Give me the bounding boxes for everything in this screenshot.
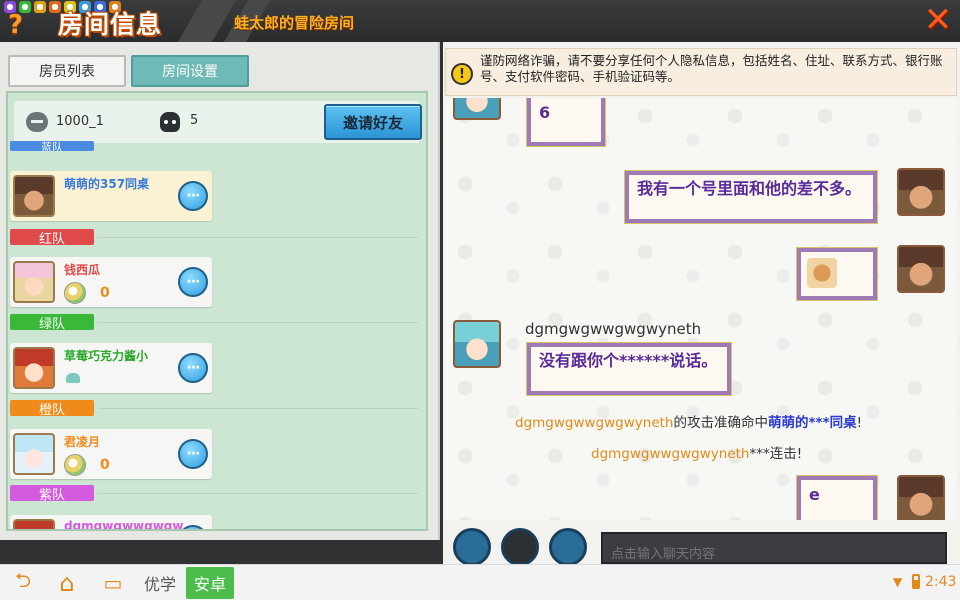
member-card[interactable]: 萌萌的357同桌 ··· bbox=[10, 171, 212, 221]
chat-bubble: 我有一个号里面和他的差不多。 bbox=[624, 170, 878, 224]
system-player: dgmgwgwwgwgwyneth bbox=[591, 446, 750, 462]
system-message: dgmgwgwwgwgwyneth的攻击准确命中萌萌的***同桌! bbox=[515, 411, 862, 431]
team-divider bbox=[98, 408, 418, 409]
room-info-bar: 1000_1 5 邀请好友 bbox=[14, 101, 422, 143]
room-id: 1000_1 bbox=[56, 114, 104, 129]
chat-avatar bbox=[453, 98, 501, 120]
help-icon[interactable]: ? bbox=[8, 10, 32, 40]
close-icon: ✕ bbox=[923, 0, 953, 40]
score-icon bbox=[64, 282, 86, 304]
chat-toolbar bbox=[445, 524, 957, 564]
member-name: 君凌月 bbox=[64, 435, 101, 449]
chat-bubble: 6 bbox=[526, 98, 606, 147]
member-panel: 房员列表 房间设置 1000_1 5 邀请好友 蓝队 萌萌的357同桌 ··· … bbox=[0, 42, 440, 540]
member-more-button[interactable]: ··· bbox=[178, 439, 208, 469]
chat-avatar bbox=[897, 168, 945, 216]
team-label-green: 绿队 bbox=[10, 314, 94, 332]
chat-avatar bbox=[453, 320, 501, 368]
system-player: dgmgwgwwgwgwyneth bbox=[515, 415, 674, 431]
cloud-icon bbox=[66, 373, 80, 383]
app-anzhuo[interactable]: 安卓 bbox=[186, 567, 234, 599]
member-card[interactable]: 钱西瓜 0 ··· bbox=[10, 257, 212, 307]
team-divider bbox=[98, 237, 418, 238]
member-avatar bbox=[13, 261, 55, 303]
member-more-button[interactable]: ··· bbox=[178, 181, 208, 211]
chat-panel: ! 谨防网络诈骗，请不要分享任何个人隐私信息，包括姓名、住址、联系方式、银行账号… bbox=[443, 42, 960, 564]
player-count-icon bbox=[160, 112, 180, 132]
app-youxue[interactable]: 优学 bbox=[138, 567, 182, 599]
recent-apps-icon: ▭ bbox=[103, 571, 123, 595]
back-button[interactable]: ⮌ bbox=[8, 568, 38, 595]
chat-bubble: 没有跟你个******说话。 bbox=[526, 342, 732, 396]
wifi-icon: ▼ bbox=[893, 575, 903, 589]
home-icon: ⌂ bbox=[59, 569, 75, 597]
member-name: 钱西瓜 bbox=[64, 263, 101, 277]
tab-member-list[interactable]: 房员列表 bbox=[8, 55, 126, 87]
member-score: 0 bbox=[100, 285, 110, 301]
player-count: 5 bbox=[190, 113, 199, 128]
member-avatar bbox=[13, 519, 55, 529]
chat-avatar bbox=[897, 245, 945, 293]
member-more-button[interactable]: ··· bbox=[178, 267, 208, 297]
chat-input[interactable] bbox=[601, 532, 947, 564]
member-card[interactable]: dgmgwgwwgwgwyneth ··· bbox=[10, 515, 212, 531]
warning-text: 谨防网络诈骗，请不要分享任何个人隐私信息，包括姓名、住址、联系方式、银行账号、支… bbox=[480, 53, 943, 84]
system-message: dgmgwgwwgwgwyneth***连击! bbox=[591, 442, 802, 462]
system-text: ! bbox=[856, 415, 863, 431]
score-icon bbox=[64, 454, 86, 476]
battery-icon bbox=[912, 574, 920, 589]
chat-bubble: e bbox=[796, 475, 878, 520]
team-divider bbox=[98, 322, 418, 323]
chat-messages[interactable]: 6 我有一个号里面和他的差不多。 dgmgwgwwgwgwyneth 没有跟你个… bbox=[445, 98, 957, 520]
page-title: 房间信息 bbox=[58, 10, 163, 39]
member-name: 草莓巧克力酱小 bbox=[64, 349, 149, 363]
close-button[interactable]: ✕ bbox=[920, 0, 956, 40]
chat-avatar bbox=[897, 475, 945, 520]
room-name: 蛙太郎的冒险房间 bbox=[234, 14, 355, 32]
back-icon: ⮌ bbox=[14, 568, 32, 592]
home-button[interactable]: ⌂ bbox=[52, 569, 82, 597]
chat-sender-name: dgmgwgwwgwgwyneth bbox=[525, 320, 702, 338]
team-label-orange: 橙队 bbox=[10, 400, 94, 418]
member-avatar bbox=[13, 433, 55, 475]
system-text: ***连击! bbox=[749, 446, 803, 462]
member-list[interactable]: 1000_1 5 邀请好友 蓝队 萌萌的357同桌 ··· 红队 钱西瓜 0 ·… bbox=[6, 91, 428, 531]
member-card[interactable]: 草莓巧克力酱小 ··· bbox=[10, 343, 212, 393]
fraud-warning: ! 谨防网络诈骗，请不要分享任何个人隐私信息，包括姓名、住址、联系方式、银行账号… bbox=[445, 48, 957, 96]
title-bar: ● ● ● ● ● ● ● ● ? 房间信息 蛙太郎的冒险房间 ✕ bbox=[0, 0, 960, 42]
team-divider bbox=[98, 493, 418, 494]
system-text: 的攻击准确命中 bbox=[673, 415, 768, 431]
member-more-button[interactable]: ··· bbox=[178, 353, 208, 383]
member-name: dgmgwgwwgwgwyneth bbox=[64, 519, 184, 531]
app-status-icon: ● bbox=[34, 1, 46, 13]
emoji-button[interactable] bbox=[501, 528, 539, 564]
warning-icon: ! bbox=[451, 63, 473, 85]
system-navbar: ⮌ ⌂ ▭ 优学 安卓 ▼ 2:43 bbox=[0, 564, 960, 600]
team-label-purple: 紫队 bbox=[10, 485, 94, 503]
recent-apps-button[interactable]: ▭ bbox=[98, 571, 128, 595]
system-target: 萌萌的***同桌 bbox=[767, 415, 857, 431]
team-label-red: 红队 bbox=[10, 229, 94, 247]
clock: 2:43 bbox=[925, 574, 957, 590]
team-label-blue: 蓝队 bbox=[10, 141, 94, 151]
member-score: 0 bbox=[100, 457, 110, 473]
member-avatar bbox=[13, 347, 55, 389]
tab-room-settings[interactable]: 房间设置 bbox=[131, 55, 249, 87]
voice-button[interactable] bbox=[453, 528, 491, 564]
member-name: 萌萌的357同桌 bbox=[64, 177, 150, 191]
member-card[interactable]: 君凌月 0 ··· bbox=[10, 429, 212, 479]
keyboard-button[interactable] bbox=[549, 528, 587, 564]
chat-bubble bbox=[796, 247, 878, 301]
member-avatar bbox=[13, 175, 55, 217]
invite-friend-button[interactable]: 邀请好友 bbox=[324, 104, 422, 140]
sticker-image bbox=[807, 258, 837, 288]
room-id-icon bbox=[26, 112, 48, 132]
